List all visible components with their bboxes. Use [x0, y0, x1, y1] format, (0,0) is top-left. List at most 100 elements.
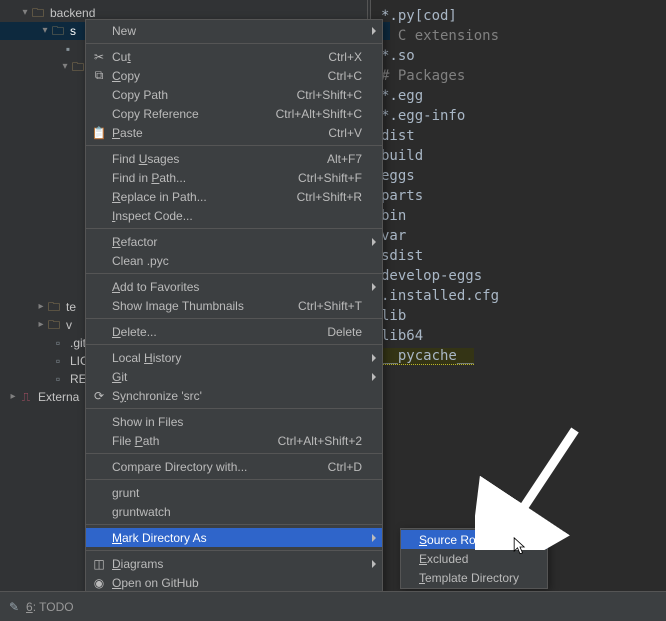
menu-item-label: Find Usages — [112, 152, 327, 166]
menu-item-label: Replace in Path... — [112, 190, 297, 204]
blank-icon — [90, 106, 108, 122]
menu-item-diagrams[interactable]: ◫ Diagrams — [86, 554, 382, 573]
editor-line: var — [381, 226, 656, 246]
editor-line: lib — [381, 306, 656, 326]
menu-item-label: Compare Directory with... — [112, 460, 328, 474]
menu-item-synchronize-src[interactable]: ⟳Synchronize 'src' — [86, 386, 382, 405]
menu-item-shortcut: Ctrl+C — [328, 69, 362, 83]
menu-item-replace-in-path[interactable]: Replace in Path...Ctrl+Shift+R — [86, 187, 382, 206]
menu-item-paste[interactable]: 📋PasteCtrl+V — [86, 123, 382, 142]
menu-item-show-image-thumbnails[interactable]: Show Image ThumbnailsCtrl+Shift+T — [86, 296, 382, 315]
menu-item-label: Show in Files — [112, 415, 362, 429]
menu-item-shortcut: Alt+F7 — [327, 152, 362, 166]
menu-item-grunt[interactable]: grunt — [86, 483, 382, 502]
menu-item-label: Open on GitHub — [112, 576, 362, 590]
editor-line: lib64 — [381, 326, 656, 346]
menu-item-open-on-github[interactable]: ◉ Open on GitHub — [86, 573, 382, 592]
menu-separator — [86, 318, 382, 319]
editor-line: dist — [381, 126, 656, 146]
menu-item-gruntwatch[interactable]: gruntwatch — [86, 502, 382, 521]
github-icon: ◉ — [90, 575, 108, 591]
submenu-item-label: Excluded — [419, 552, 527, 566]
folder-icon: 🗀 — [30, 4, 46, 22]
mark-directory-submenu: Source Root Excluded Template Directory — [400, 528, 548, 589]
sync-icon: ⟳ — [90, 388, 108, 404]
editor-line: sdist — [381, 246, 656, 266]
editor-line: parts — [381, 186, 656, 206]
menu-item-show-in-files[interactable]: Show in Files — [86, 412, 382, 431]
file-icon: ▫ — [50, 352, 66, 370]
folder-icon: 🗀 — [46, 298, 62, 316]
menu-item-cut[interactable]: ✂CutCtrl+X — [86, 47, 382, 66]
chevron-right-icon: ▸ — [36, 316, 46, 334]
menu-item-local-history[interactable]: Local History — [86, 348, 382, 367]
menu-item-label: Clean .pyc — [112, 254, 362, 268]
menu-item-label: Mark Directory As — [112, 531, 362, 545]
menu-item-add-to-favorites[interactable]: Add to Favorites — [86, 277, 382, 296]
submenu-item-template-directory[interactable]: Template Directory — [401, 568, 547, 587]
menu-separator — [86, 408, 382, 409]
tree-label: Externa — [38, 388, 79, 406]
blank-icon — [90, 433, 108, 449]
menu-item-label: Diagrams — [112, 557, 362, 571]
library-icon: ⎍ — [18, 388, 34, 406]
menu-item-find-usages[interactable]: Find UsagesAlt+F7 — [86, 149, 382, 168]
blank-icon — [90, 23, 108, 39]
menu-item-copy-reference[interactable]: Copy ReferenceCtrl+Alt+Shift+C — [86, 104, 382, 123]
blank-icon — [90, 324, 108, 340]
todo-count-underline[interactable]: 6 — [26, 600, 33, 614]
menu-item-compare-directory-with[interactable]: Compare Directory with...Ctrl+D — [86, 457, 382, 476]
tree-label: te — [66, 298, 76, 316]
menu-item-shortcut: Ctrl+Shift+F — [298, 171, 362, 185]
todo-label[interactable]: : TODO — [33, 600, 74, 614]
menu-item-label: Refactor — [112, 235, 362, 249]
menu-item-label: Cut — [112, 50, 328, 64]
menu-item-find-in-path[interactable]: Find in Path...Ctrl+Shift+F — [86, 168, 382, 187]
menu-separator — [86, 344, 382, 345]
menu-item-label: New — [112, 24, 362, 38]
editor-line: # C extensions — [381, 26, 656, 46]
submenu-item-excluded[interactable]: Excluded — [401, 549, 547, 568]
editor-line: *.py[cod] — [381, 6, 656, 26]
menu-separator — [86, 550, 382, 551]
menu-item-label: grunt — [112, 486, 362, 500]
blank-icon — [90, 279, 108, 295]
menu-item-label: Find in Path... — [112, 171, 298, 185]
menu-item-label: Paste — [112, 126, 328, 140]
menu-item-file-path[interactable]: File PathCtrl+Alt+Shift+2 — [86, 431, 382, 450]
menu-item-copy[interactable]: ⧉CopyCtrl+C — [86, 66, 382, 85]
context-menu: New ✂CutCtrl+X⧉CopyCtrl+CCopy PathCtrl+Sh… — [85, 19, 383, 613]
paste-icon: 📋 — [90, 125, 108, 141]
menu-item-inspect-code[interactable]: Inspect Code... — [86, 206, 382, 225]
blank-icon — [90, 530, 108, 546]
folder-icon: 🗀 — [70, 58, 86, 76]
blank-icon — [90, 369, 108, 385]
editor-line: bin — [381, 206, 656, 226]
submenu-item-source-root[interactable]: Source Root — [401, 530, 547, 549]
menu-separator — [86, 228, 382, 229]
menu-item-mark-directory-as[interactable]: Mark Directory As — [86, 528, 382, 547]
tree-label: s — [70, 22, 76, 40]
editor-line: eggs — [381, 166, 656, 186]
menu-item-git[interactable]: Git — [86, 367, 382, 386]
blank-icon — [90, 414, 108, 430]
editor-line: *.egg-info — [381, 106, 656, 126]
menu-item-copy-path[interactable]: Copy PathCtrl+Shift+C — [86, 85, 382, 104]
chevron-down-icon: ▾ — [20, 4, 30, 22]
menu-item-delete[interactable]: Delete...Delete — [86, 322, 382, 341]
menu-item-shortcut: Ctrl+X — [328, 50, 362, 64]
python-file-icon: ▪ — [60, 40, 76, 58]
menu-item-label: Inspect Code... — [112, 209, 362, 223]
menu-item-refactor[interactable]: Refactor — [86, 232, 382, 251]
blank-icon — [90, 234, 108, 250]
menu-item-new[interactable]: New — [86, 21, 382, 40]
menu-item-clean-pyc[interactable]: Clean .pyc — [86, 251, 382, 270]
menu-item-label: gruntwatch — [112, 505, 362, 519]
editor-line: *.egg — [381, 86, 656, 106]
diagram-icon: ◫ — [90, 556, 108, 572]
chevron-right-icon: ▸ — [36, 298, 46, 316]
menu-item-label: File Path — [112, 434, 278, 448]
folder-icon: 🗀 — [46, 316, 62, 334]
editor-line: .installed.cfg — [381, 286, 656, 306]
editor-line: develop-eggs — [381, 266, 656, 286]
